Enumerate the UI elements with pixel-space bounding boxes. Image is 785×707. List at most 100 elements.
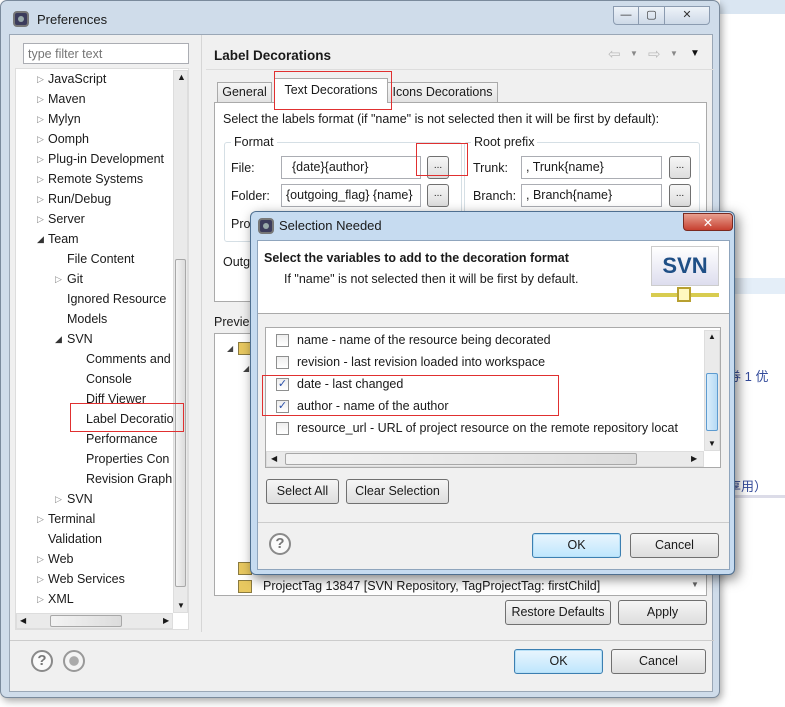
close-button[interactable]: ✕ bbox=[664, 6, 710, 25]
svn-logo-node bbox=[677, 287, 691, 302]
collapsed-arrow-icon[interactable]: ▷ bbox=[37, 210, 44, 228]
tree-item[interactable]: ▷ JavaScript bbox=[16, 70, 176, 88]
outgoing-label: Outg bbox=[223, 255, 251, 269]
branch-browse-button[interactable]: ... bbox=[669, 184, 691, 207]
scroll-thumb[interactable] bbox=[285, 453, 637, 465]
help-icon[interactable]: ? bbox=[269, 533, 291, 555]
view-menu-icon[interactable]: ▼ bbox=[690, 48, 700, 59]
expanded-arrow-icon[interactable]: ◢ bbox=[55, 330, 62, 348]
variable-item[interactable]: resource_url - URL of project resource o… bbox=[266, 419, 706, 437]
scroll-right-icon[interactable]: ▶ bbox=[163, 616, 169, 625]
tree-vertical-scrollbar[interactable]: ▲ ▼ bbox=[173, 70, 188, 613]
tree-item[interactable]: Ignored Resource bbox=[16, 290, 176, 308]
collapsed-arrow-icon[interactable]: ▷ bbox=[37, 570, 44, 588]
tree-item[interactable]: ▷ Web Services bbox=[16, 570, 176, 588]
collapsed-arrow-icon[interactable]: ▷ bbox=[37, 190, 44, 208]
tree-item-label: XML bbox=[48, 592, 74, 606]
expanded-arrow-icon[interactable]: ◢ bbox=[37, 230, 44, 248]
back-menu-icon[interactable]: ▼ bbox=[630, 49, 638, 58]
tree-item[interactable]: ▷ Server bbox=[16, 210, 176, 228]
tree-item[interactable]: File Content bbox=[16, 250, 176, 268]
checkbox[interactable] bbox=[276, 356, 289, 369]
scroll-up-icon[interactable]: ▲ bbox=[708, 332, 716, 341]
apply-button[interactable]: Apply bbox=[618, 600, 707, 625]
collapsed-arrow-icon[interactable]: ▷ bbox=[55, 270, 62, 288]
tree-item[interactable]: ▷ SVN bbox=[16, 490, 176, 508]
folder-format-input[interactable]: {outgoing_flag} {name} bbox=[281, 184, 421, 207]
minimize-button[interactable]: — bbox=[613, 6, 639, 25]
tree-horizontal-scrollbar[interactable]: ◀ ▶ bbox=[16, 613, 173, 629]
tree-item[interactable]: ◢ SVN bbox=[16, 330, 176, 348]
collapsed-arrow-icon[interactable]: ▷ bbox=[37, 110, 44, 128]
scroll-down-icon[interactable]: ▼ bbox=[691, 580, 699, 589]
tree-item[interactable]: ▷ Plug-in Development bbox=[16, 150, 176, 168]
tree-item[interactable]: ▷ Mylyn bbox=[16, 110, 176, 128]
filter-input[interactable] bbox=[23, 43, 189, 64]
scroll-down-icon[interactable]: ▼ bbox=[708, 439, 716, 448]
scroll-thumb[interactable] bbox=[50, 615, 122, 627]
scroll-thumb[interactable] bbox=[706, 373, 718, 431]
dialog-close-button[interactable]: ✕ bbox=[683, 213, 733, 231]
tree-item[interactable]: ▷ Run/Debug bbox=[16, 190, 176, 208]
forward-icon[interactable]: ⇨ bbox=[648, 45, 661, 63]
list-horizontal-scrollbar[interactable]: ◀ ▶ bbox=[266, 451, 704, 467]
tree-item[interactable]: Models bbox=[16, 310, 176, 328]
trunk-browse-button[interactable]: ... bbox=[669, 156, 691, 179]
trunk-prefix-input[interactable]: , Trunk{name} bbox=[521, 156, 662, 179]
scroll-up-icon[interactable]: ▲ bbox=[177, 72, 186, 82]
restore-defaults-button[interactable]: Restore Defaults bbox=[505, 600, 611, 625]
dialog-cancel-button[interactable]: Cancel bbox=[630, 533, 719, 558]
tree-item-label: Console bbox=[86, 372, 132, 386]
splitter[interactable] bbox=[201, 35, 202, 632]
tab-general[interactable]: General bbox=[217, 82, 272, 102]
tree-item[interactable]: ▷ Terminal bbox=[16, 510, 176, 528]
clear-selection-button[interactable]: Clear Selection bbox=[346, 479, 449, 504]
tree-item[interactable]: Properties Con bbox=[16, 450, 176, 468]
tree-item[interactable]: ▷ Remote Systems bbox=[16, 170, 176, 188]
tree-item[interactable]: Comments and bbox=[16, 350, 176, 368]
collapsed-arrow-icon[interactable]: ▷ bbox=[37, 90, 44, 108]
collapsed-arrow-icon[interactable]: ▷ bbox=[37, 170, 44, 188]
import-export-icon[interactable] bbox=[63, 650, 85, 672]
checkbox[interactable] bbox=[276, 334, 289, 347]
help-icon[interactable]: ? bbox=[31, 650, 53, 672]
tree-item[interactable]: ◢ Team bbox=[16, 230, 176, 248]
collapsed-arrow-icon[interactable]: ▷ bbox=[55, 490, 62, 508]
scroll-right-icon[interactable]: ▶ bbox=[691, 454, 697, 463]
tree-item[interactable]: Performance bbox=[16, 430, 176, 448]
tab-icons-decorations[interactable]: Icons Decorations bbox=[387, 82, 498, 102]
collapsed-arrow-icon[interactable]: ▷ bbox=[37, 70, 44, 88]
branch-prefix-input[interactable]: , Branch{name} bbox=[521, 184, 662, 207]
tree-item[interactable]: Revision Graph bbox=[16, 470, 176, 488]
background-bar bbox=[720, 0, 785, 14]
variable-item[interactable]: name - name of the resource being decora… bbox=[266, 331, 706, 349]
maximize-button[interactable]: ▢ bbox=[638, 6, 665, 25]
scroll-down-icon[interactable]: ▼ bbox=[177, 601, 185, 610]
scroll-left-icon[interactable]: ◀ bbox=[20, 616, 26, 625]
collapsed-arrow-icon[interactable]: ▷ bbox=[37, 510, 44, 528]
tree-item[interactable]: Validation bbox=[16, 530, 176, 548]
tree-item[interactable]: ▷ Web bbox=[16, 550, 176, 568]
collapsed-arrow-icon[interactable]: ▷ bbox=[37, 550, 44, 568]
tree-item[interactable]: ▷ Maven bbox=[16, 90, 176, 108]
tree-item[interactable]: ▷ Git bbox=[16, 270, 176, 288]
dialog-title: Selection Needed bbox=[279, 218, 382, 233]
tree-item[interactable]: ▷ XML bbox=[16, 590, 176, 608]
tree-item[interactable]: Console bbox=[16, 370, 176, 388]
scroll-left-icon[interactable]: ◀ bbox=[271, 454, 277, 463]
tree-item[interactable]: ▷ Oomph bbox=[16, 130, 176, 148]
list-vertical-scrollbar[interactable]: ▲ ▼ bbox=[704, 330, 720, 451]
collapsed-arrow-icon[interactable]: ▷ bbox=[37, 150, 44, 168]
checkbox[interactable] bbox=[276, 422, 289, 435]
variable-item[interactable]: revision - last revision loaded into wor… bbox=[266, 353, 706, 371]
collapsed-arrow-icon[interactable]: ▷ bbox=[37, 590, 44, 608]
folder-browse-button[interactable]: ... bbox=[427, 184, 449, 207]
dialog-ok-button[interactable]: OK bbox=[532, 533, 621, 558]
select-all-button[interactable]: Select All bbox=[266, 479, 339, 504]
ok-button[interactable]: OK bbox=[514, 649, 603, 674]
back-icon[interactable]: ⇦ bbox=[608, 45, 621, 63]
cancel-button[interactable]: Cancel bbox=[611, 649, 706, 674]
file-format-input[interactable]: {date}{author} bbox=[281, 156, 421, 179]
forward-menu-icon[interactable]: ▼ bbox=[670, 49, 678, 58]
collapsed-arrow-icon[interactable]: ▷ bbox=[37, 130, 44, 148]
